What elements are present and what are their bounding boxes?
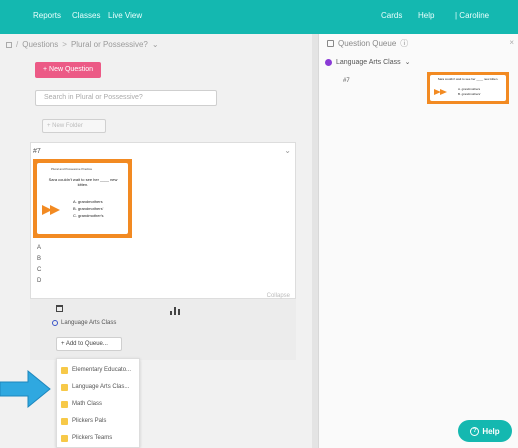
- nav-live-view[interactable]: Live View: [108, 11, 142, 20]
- grid-icon[interactable]: [6, 41, 12, 48]
- nav-user-menu[interactable]: | Caroline: [455, 11, 489, 20]
- dropdown-item-plickers-pals[interactable]: Plickers Pals: [57, 412, 141, 430]
- breadcrumb-root[interactable]: Questions: [22, 40, 58, 49]
- thumbnail-prompt: Sara couldn't wait to see her ____ new k…: [48, 177, 118, 187]
- card-footer: Collapse Language Arts Class + Add to Qu…: [30, 293, 296, 360]
- queue-title: Question Queue: [338, 39, 397, 48]
- chevron-down-icon[interactable]: ⌄: [405, 58, 411, 66]
- queue-thumbnail-option-b: B. grandmothers': [458, 92, 481, 96]
- answer-list: A B C D: [37, 243, 41, 287]
- calendar-icon[interactable]: [56, 305, 63, 312]
- chevron-down-icon[interactable]: ⌄: [152, 40, 159, 49]
- search-input[interactable]: Search in Plural or Possessive?: [35, 90, 217, 106]
- queue-icon: [327, 40, 334, 47]
- help-button[interactable]: ? Help: [458, 420, 512, 442]
- dropdown-item-math[interactable]: Math Class: [57, 395, 141, 413]
- nav-help[interactable]: Help: [418, 11, 434, 20]
- folder-icon: [61, 417, 68, 425]
- new-question-button[interactable]: + New Question: [35, 62, 101, 78]
- bar-chart-icon[interactable]: [170, 307, 180, 315]
- folder-icon: [61, 383, 68, 391]
- queue-question-thumbnail[interactable]: Sara couldn't wait to see her ____ new k…: [427, 72, 509, 104]
- thumbnail-option-c: C. grandmother's: [73, 213, 104, 218]
- question-mark-icon: ?: [470, 426, 480, 436]
- collapse-link[interactable]: Collapse: [267, 293, 290, 299]
- nav-classes[interactable]: Classes: [72, 11, 100, 20]
- chevron-down-icon[interactable]: ⌄: [284, 146, 291, 155]
- dropdown-item-language-arts[interactable]: Language Arts Clas...: [57, 378, 141, 396]
- queue-question-number: #7: [343, 78, 350, 84]
- queue-thumbnail-prompt: Sara couldn't wait to see her ____ new k…: [437, 77, 499, 81]
- dropdown-item-plickers-teams[interactable]: Plickers Teams: [57, 429, 141, 447]
- question-thumbnail[interactable]: Plural and Possessive Practice Sara coul…: [33, 159, 132, 238]
- info-icon[interactable]: ⓘ: [400, 38, 408, 49]
- folder-icon: [61, 400, 68, 408]
- arrow-icon: [440, 89, 447, 95]
- top-navigation-bar: Reports Classes Live View Cards Help | C…: [0, 0, 518, 34]
- breadcrumb-current: Plural or Possessive?: [70, 40, 148, 49]
- thumbnail-option-b: B. grandmothers': [73, 206, 104, 211]
- nav-reports[interactable]: Reports: [33, 11, 61, 20]
- answer-c: C: [37, 267, 42, 273]
- queue-class-name: Language Arts Class: [336, 58, 401, 66]
- folder-icon: [61, 366, 68, 374]
- add-to-queue-button[interactable]: + Add to Queue...: [56, 337, 122, 351]
- arrow-icon: [50, 205, 60, 215]
- class-row: Language Arts Class: [52, 320, 116, 326]
- pointer-arrow-icon: [0, 369, 51, 409]
- close-icon[interactable]: ×: [509, 38, 514, 47]
- add-to-queue-dropdown: Elementary Educato... Language Arts Clas…: [56, 358, 140, 448]
- help-label: Help: [482, 426, 500, 436]
- thumbnail-option-a: A. grandmothers: [73, 199, 103, 204]
- breadcrumb: / Questions > Plural or Possessive? ⌄: [6, 40, 159, 49]
- nav-cards[interactable]: Cards: [381, 11, 402, 20]
- answer-a: A: [37, 245, 42, 251]
- question-queue-panel: Question Queue ⓘ × Language Arts Class ⌄…: [318, 34, 518, 448]
- folder-icon: [61, 434, 68, 442]
- answer-b: B: [37, 256, 42, 262]
- queue-class-selector[interactable]: Language Arts Class ⌄: [325, 58, 410, 66]
- class-color-dot: [325, 58, 332, 66]
- class-status-icon: [52, 320, 58, 326]
- thumbnail-title: Plural and Possessive Practice: [51, 167, 93, 171]
- dropdown-item-elementary[interactable]: Elementary Educato...: [57, 361, 141, 379]
- answer-d: D: [37, 278, 42, 284]
- breadcrumb-separator: >: [62, 40, 67, 49]
- class-label: Language Arts Class: [61, 320, 117, 326]
- queue-header: Question Queue ⓘ: [327, 38, 408, 49]
- question-number: #7: [33, 148, 41, 155]
- new-folder-button[interactable]: + New Folder: [42, 119, 106, 133]
